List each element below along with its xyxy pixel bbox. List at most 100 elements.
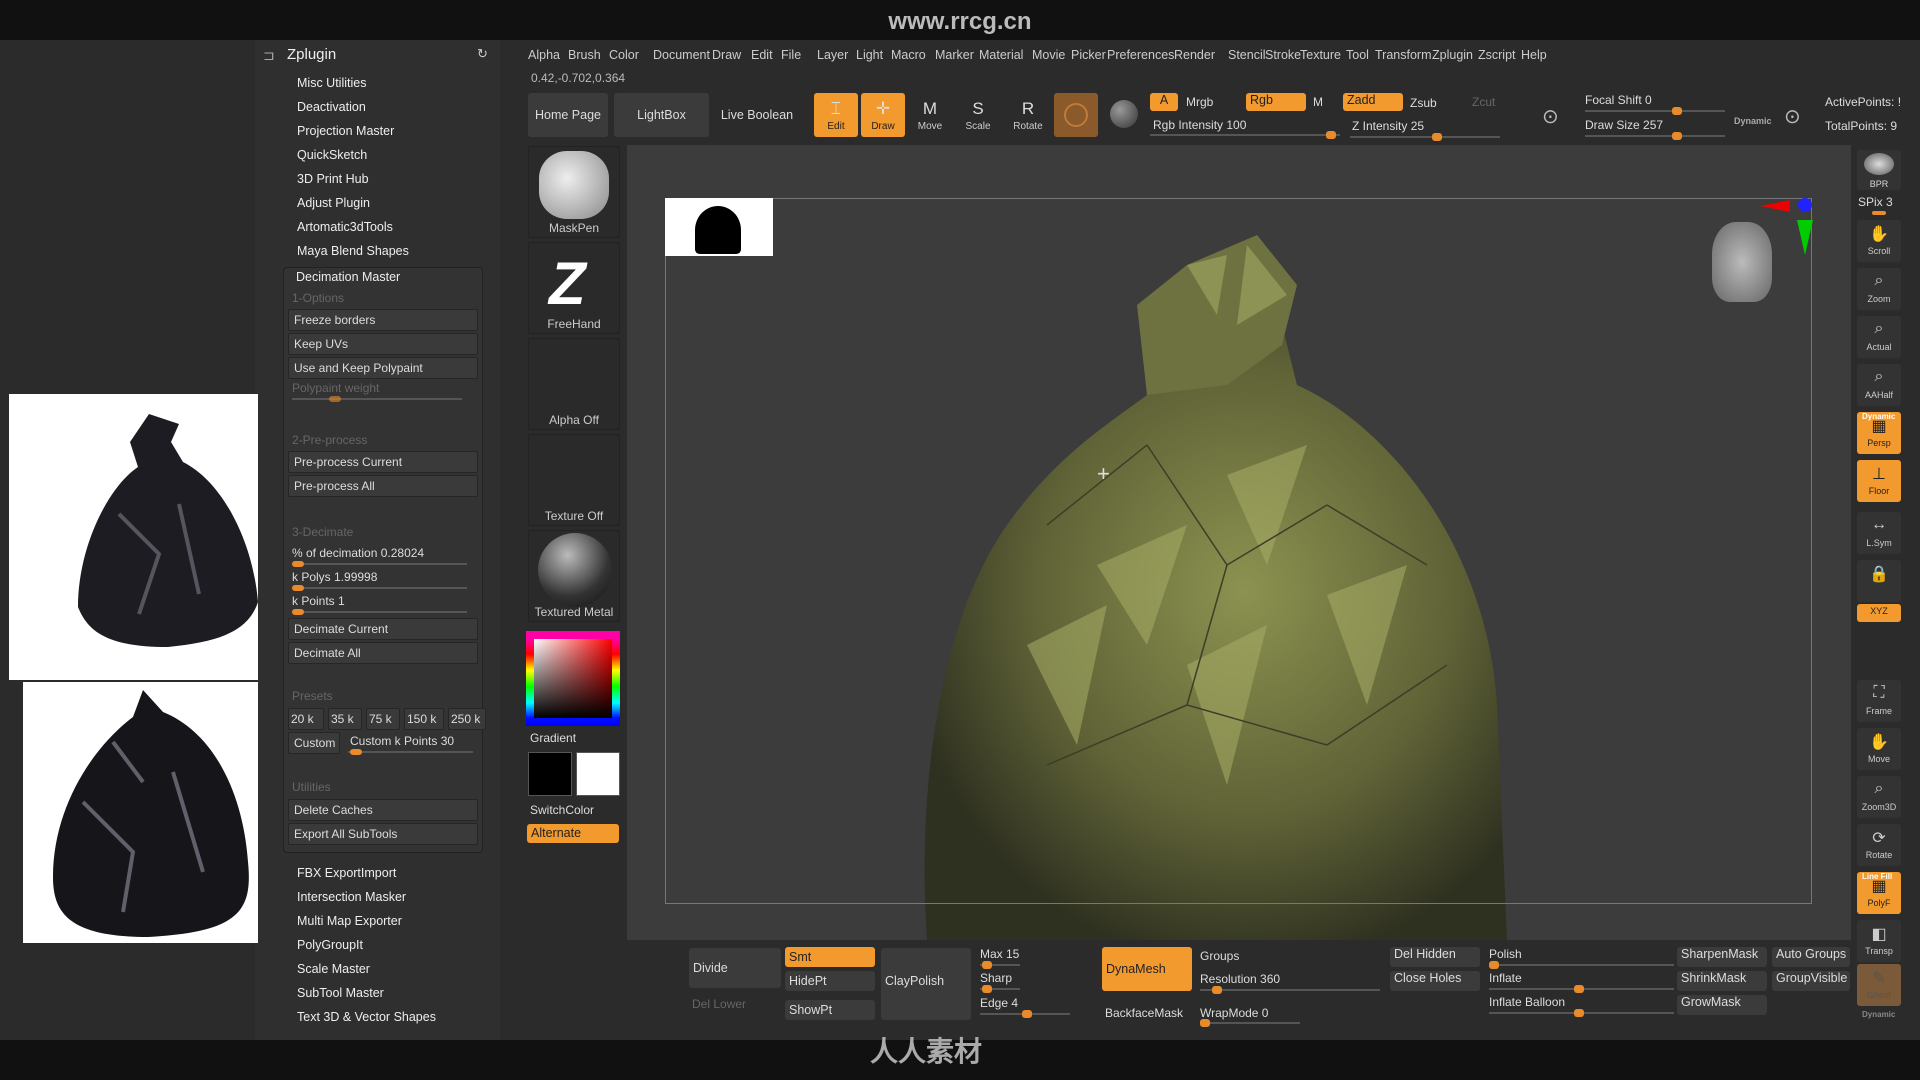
plugin-menu-item[interactable]: FBX ExportImport <box>297 866 396 880</box>
slider-knob[interactable] <box>1326 131 1336 139</box>
export-all-subtools-button[interactable]: Export All SubTools <box>288 823 478 845</box>
menu-zscript[interactable]: Zscript <box>1478 48 1516 62</box>
auto-groups-button[interactable]: Auto Groups <box>1772 947 1850 967</box>
right-shelf-xyz-button[interactable]: XYZ <box>1857 604 1901 622</box>
plugin-menu-item[interactable]: SubTool Master <box>297 986 384 1000</box>
keep-uvs-button[interactable]: Keep UVs <box>288 333 478 355</box>
backfacemask-button[interactable]: BackfaceMask <box>1105 1006 1183 1020</box>
plugin-menu-item[interactable]: Intersection Masker <box>297 890 406 904</box>
draw-size-dynamic-icon[interactable]: ⊙ <box>1784 104 1801 129</box>
scale-button[interactable]: S Scale <box>956 93 1000 137</box>
right-shelf-move-button[interactable]: ✋ Move <box>1857 728 1901 770</box>
menu-layer[interactable]: Layer <box>817 48 848 62</box>
slider-knob[interactable] <box>1489 961 1499 969</box>
menu-movie[interactable]: Movie <box>1032 48 1065 62</box>
freeze-borders-button[interactable]: Freeze borders <box>288 309 478 331</box>
mrgb-button[interactable]: Mrgb <box>1186 95 1213 109</box>
menu-alpha[interactable]: Alpha <box>528 48 560 62</box>
right-shelf-zoom3d-button[interactable]: ⌕ Zoom3D <box>1857 776 1901 818</box>
slider-knob[interactable] <box>329 396 341 402</box>
stroke-selector[interactable]: Z FreeHand <box>528 242 620 334</box>
shrinkmask-button[interactable]: ShrinkMask <box>1677 971 1767 991</box>
slider-knob[interactable] <box>1212 986 1222 994</box>
right-shelf-transp-button[interactable]: ◧ Transp <box>1857 920 1901 962</box>
plugin-menu-item[interactable]: Projection Master <box>297 124 394 138</box>
home-page-button[interactable]: Home Page <box>528 93 608 137</box>
preprocess-all-button[interactable]: Pre-process All <box>288 475 478 497</box>
growmask-button[interactable]: GrowMask <box>1677 995 1767 1015</box>
secondary-color-swatch[interactable] <box>528 752 572 796</box>
alpha-selector[interactable]: Alpha Off <box>528 338 620 430</box>
slider-knob[interactable] <box>292 585 304 591</box>
dynamic-toggle[interactable]: Dynamic <box>1734 116 1772 126</box>
alternate-button[interactable]: Alternate <box>527 824 619 843</box>
plugin-menu-item[interactable]: Deactivation <box>297 100 366 114</box>
slider-knob[interactable] <box>292 561 304 567</box>
delete-caches-button[interactable]: Delete Caches <box>288 799 478 821</box>
wrapmode-slider[interactable] <box>1200 1022 1300 1024</box>
preset-button[interactable]: 35 k <box>328 708 362 730</box>
groups-button[interactable]: Groups <box>1200 949 1239 963</box>
slider-knob[interactable] <box>1200 1019 1210 1027</box>
bpr-button[interactable]: BPR <box>1857 150 1901 190</box>
keep-polypaint-button[interactable]: Use and Keep Polypaint <box>288 357 478 379</box>
plugin-menu-item[interactable]: PolyGroupIt <box>297 938 363 952</box>
menu-marker[interactable]: Marker <box>935 48 974 62</box>
pct-decimation-slider[interactable] <box>292 563 467 565</box>
menu-document[interactable]: Document <box>653 48 710 62</box>
slider-knob[interactable] <box>982 961 992 969</box>
menu-draw[interactable]: Draw <box>712 48 741 62</box>
menu-stencil[interactable]: Stencil <box>1228 48 1266 62</box>
spix-slider[interactable] <box>1872 211 1886 215</box>
color-picker[interactable] <box>526 631 620 726</box>
claypolish-button[interactable]: ClayPolish <box>881 948 971 1020</box>
plugin-menu-item[interactable]: Misc Utilities <box>297 76 366 90</box>
preset-button[interactable]: 20 k <box>288 708 324 730</box>
switch-color-button[interactable]: SwitchColor <box>530 803 594 817</box>
navigation-thumbnail[interactable] <box>665 198 773 256</box>
right-shelf-ghost-button[interactable]: ✎ Ghost <box>1857 964 1901 1006</box>
menu-light[interactable]: Light <box>856 48 883 62</box>
slider-knob[interactable] <box>292 609 304 615</box>
custom-button[interactable]: Custom <box>288 732 340 754</box>
slider-knob[interactable] <box>1574 985 1584 993</box>
slider-knob[interactable] <box>1574 1009 1584 1017</box>
menu-edit[interactable]: Edit <box>751 48 773 62</box>
right-shelf-floor-button[interactable]: ⊥ Floor <box>1857 460 1901 502</box>
k-points-slider[interactable] <box>292 611 467 613</box>
right-shelf-lock-button[interactable]: 🔒 <box>1857 560 1901 602</box>
menu-help[interactable]: Help <box>1521 48 1547 62</box>
a-button[interactable]: A <box>1150 93 1178 111</box>
plugin-menu-item[interactable]: QuickSketch <box>297 148 367 162</box>
showpt-button[interactable]: ShowPt <box>785 1000 875 1020</box>
del-lower-button[interactable]: Del Lower <box>692 997 746 1011</box>
right-shelf-scroll-button[interactable]: ✋ Scroll <box>1857 220 1901 262</box>
smt-toggle[interactable]: Smt <box>785 947 875 967</box>
rgb-button[interactable]: Rgb <box>1246 93 1306 111</box>
move-button[interactable]: M Move <box>908 93 952 137</box>
menu-tool[interactable]: Tool <box>1346 48 1369 62</box>
z-intensity-slider[interactable] <box>1350 136 1500 138</box>
rotate-button[interactable]: R Rotate <box>1006 93 1050 137</box>
slider-knob[interactable] <box>350 749 362 755</box>
m-button[interactable]: M <box>1313 95 1323 109</box>
del-hidden-button[interactable]: Del Hidden <box>1390 947 1480 967</box>
menu-macro[interactable]: Macro <box>891 48 926 62</box>
preset-button[interactable]: 75 k <box>366 708 400 730</box>
plugin-menu-item[interactable]: Artomatic3dTools <box>297 220 393 234</box>
refresh-icon[interactable]: ↻ <box>477 46 488 62</box>
menu-picker[interactable]: Picker <box>1071 48 1106 62</box>
dynamesh-button[interactable]: DynaMesh <box>1102 947 1192 991</box>
decimation-title[interactable]: Decimation Master <box>296 270 400 284</box>
plugin-menu-item[interactable]: Maya Blend Shapes <box>297 244 409 258</box>
polypaint-weight-slider[interactable] <box>292 398 462 400</box>
plugin-menu-item[interactable]: Scale Master <box>297 962 370 976</box>
lightbox-button[interactable]: LightBox <box>614 93 709 137</box>
orientation-head-gizmo[interactable] <box>1712 222 1772 302</box>
zadd-button[interactable]: Zadd <box>1343 93 1403 111</box>
group-visible-button[interactable]: GroupVisible <box>1772 971 1850 991</box>
decimate-all-button[interactable]: Decimate All <box>288 642 478 664</box>
live-boolean-button[interactable]: Live Boolean <box>714 93 800 137</box>
menu-zplugin[interactable]: Zplugin <box>1432 48 1473 62</box>
brush-selector[interactable]: MaskPen <box>528 146 620 238</box>
